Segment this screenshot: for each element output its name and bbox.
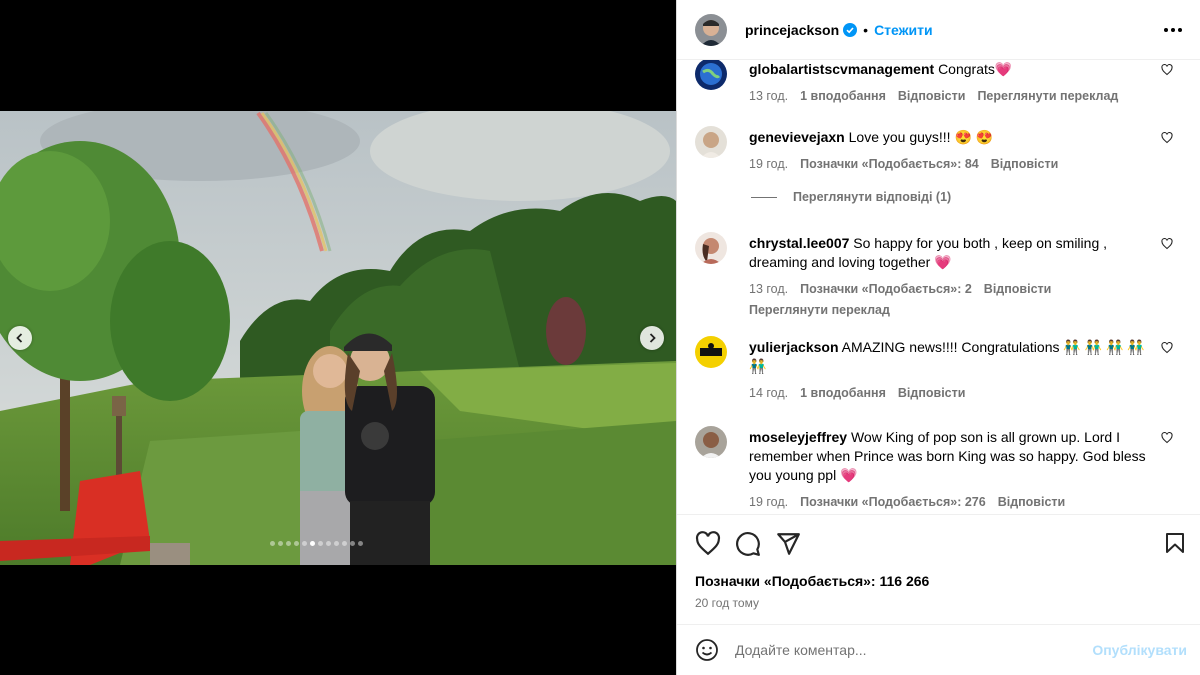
carousel-prev-button[interactable]: [8, 326, 32, 350]
reply-button[interactable]: Відповісти: [998, 493, 1066, 512]
comment-like-heart-icon[interactable]: [1161, 64, 1173, 76]
comment-username[interactable]: moseleyjeffrey: [749, 429, 847, 445]
comment-time[interactable]: 13 год.: [749, 87, 788, 106]
commenter-avatar[interactable]: [695, 426, 727, 458]
see-translation-link[interactable]: Переглянути переклад: [977, 87, 1118, 106]
comment-text: Love you guys!!! 😍 😍: [848, 129, 994, 145]
comment-item: chrystal.lee007 So happy for you both , …: [695, 232, 1185, 320]
comment-username[interactable]: yulierjackson: [749, 339, 839, 355]
verified-badge-icon: [843, 22, 858, 37]
comment-username[interactable]: globalartistscvmanagement: [749, 61, 934, 77]
comment-username[interactable]: chrystal.lee007: [749, 235, 849, 251]
carousel-dot: [358, 541, 363, 546]
comment-like-heart-icon[interactable]: [1161, 238, 1173, 250]
like-heart-icon[interactable]: [695, 531, 721, 557]
comment-time[interactable]: 19 год.: [749, 493, 788, 512]
replies-divider-line: [751, 196, 777, 198]
commenter-avatar[interactable]: [695, 126, 727, 158]
carousel-dot: [286, 541, 291, 546]
comment-likes[interactable]: 1 вподобання: [800, 87, 886, 106]
comment-item: yulierjackson AMAZING news!!!! Congratul…: [695, 336, 1185, 403]
post-side-panel: princejackson • Стежити globalartistscvm…: [676, 0, 1200, 675]
see-translation-link[interactable]: Переглянути переклад: [749, 301, 890, 320]
carousel-dot: [278, 541, 283, 546]
chevron-left-icon: [16, 333, 23, 343]
comment-likes[interactable]: Позначки «Подобається»: 84: [800, 155, 979, 174]
view-replies-label: Переглянути відповіді (1): [793, 190, 952, 204]
comment-text: Congrats💗: [938, 61, 1013, 77]
carousel-dot: [270, 541, 275, 546]
view-replies-button[interactable]: Переглянути відповіді (1): [751, 190, 951, 204]
comment-time[interactable]: 19 год.: [749, 155, 788, 174]
carousel-dot: [326, 541, 331, 546]
carousel-dot-active: [310, 541, 315, 546]
author-username[interactable]: princejackson: [745, 22, 839, 38]
likes-count[interactable]: Позначки «Подобається»: 116 266: [695, 573, 929, 589]
carousel-indicator: [270, 541, 363, 546]
more-options-icon[interactable]: [1164, 27, 1182, 32]
comment-likes[interactable]: Позначки «Подобається»: 276: [800, 493, 986, 512]
comment-likes[interactable]: 1 вподобання: [800, 384, 886, 403]
comments-list[interactable]: globalartistscvmanagement Congrats💗 13 г…: [677, 60, 1200, 514]
post-actions: Позначки «Подобається»: 116 266 20 год т…: [677, 514, 1200, 624]
carousel-dot: [294, 541, 299, 546]
comment-like-heart-icon[interactable]: [1161, 342, 1173, 354]
comment-like-heart-icon[interactable]: [1161, 432, 1173, 444]
comment-bubble-icon[interactable]: [735, 531, 761, 557]
reply-button[interactable]: Відповісти: [898, 87, 966, 106]
commenter-avatar[interactable]: [695, 60, 727, 90]
reply-button[interactable]: Відповісти: [898, 384, 966, 403]
reply-button[interactable]: Відповісти: [984, 280, 1052, 299]
carousel-dot: [334, 541, 339, 546]
add-comment-bar: Додайте коментар... Опублікувати: [677, 624, 1200, 675]
carousel-dot: [302, 541, 307, 546]
header-separator: •: [863, 21, 869, 38]
comment-item: moseleyjeffrey Wow King of pop son is al…: [695, 426, 1185, 512]
comment-likes[interactable]: Позначки «Подобається»: 2: [800, 280, 972, 299]
publish-button[interactable]: Опублікувати: [1092, 642, 1187, 658]
share-send-icon[interactable]: [775, 531, 801, 557]
reply-button[interactable]: Відповісти: [991, 155, 1059, 174]
post-media: [0, 0, 676, 675]
comment-username[interactable]: genevievejaxn: [749, 129, 845, 145]
post-header: princejackson • Стежити: [677, 0, 1200, 60]
post-photo[interactable]: [0, 111, 676, 565]
author-avatar[interactable]: [695, 13, 727, 46]
save-bookmark-icon[interactable]: [1163, 531, 1187, 555]
comment-time[interactable]: 13 год.: [749, 280, 788, 299]
carousel-dot: [342, 541, 347, 546]
carousel-dot: [350, 541, 355, 546]
carousel-dot: [318, 541, 323, 546]
commenter-avatar[interactable]: [695, 336, 727, 368]
post-timestamp[interactable]: 20 год тому: [695, 596, 759, 610]
commenter-avatar[interactable]: [695, 232, 727, 264]
comment-like-heart-icon[interactable]: [1161, 132, 1173, 144]
comment-item: genevievejaxn Love you guys!!! 😍 😍 19 го…: [695, 126, 1185, 174]
comment-item: globalartistscvmanagement Congrats💗 13 г…: [695, 60, 1185, 106]
carousel-next-button[interactable]: [640, 326, 664, 350]
emoji-smiley-icon[interactable]: [695, 638, 719, 662]
chevron-right-icon: [649, 333, 656, 343]
follow-button[interactable]: Стежити: [874, 22, 933, 38]
comment-input[interactable]: Додайте коментар...: [735, 642, 1092, 658]
comment-time[interactable]: 14 год.: [749, 384, 788, 403]
